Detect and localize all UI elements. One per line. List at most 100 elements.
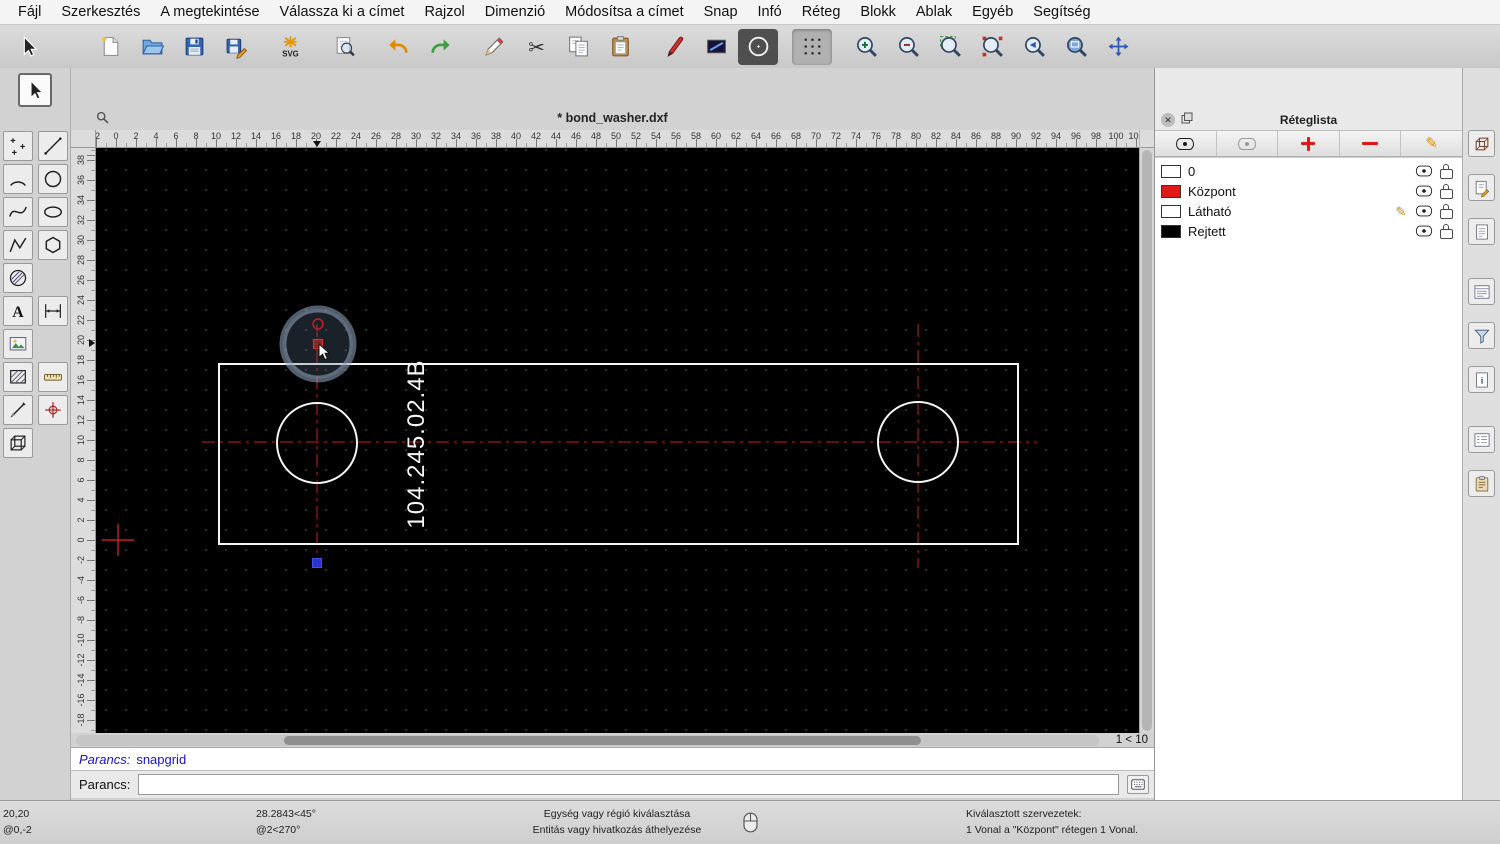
- washer-outline-rect[interactable]: [218, 363, 1019, 545]
- menu-segítség[interactable]: Segítség: [1023, 0, 1100, 24]
- zoom-selected-button[interactable]: [972, 29, 1012, 65]
- library-browser-panel-button[interactable]: [1468, 174, 1495, 201]
- part-number-label[interactable]: 104.245.02.4B: [403, 359, 430, 528]
- ruler-label: 36: [76, 175, 86, 186]
- add-layer-button[interactable]: [1278, 131, 1340, 156]
- workspace: A * bond_washer.dxf -2024681012141618202…: [0, 68, 1500, 800]
- text-tool-button[interactable]: A: [2, 296, 33, 326]
- main-toolbar: SVG ✂: [0, 25, 1500, 69]
- layer-row-központ[interactable]: Központ: [1155, 181, 1462, 201]
- selection-tool-button[interactable]: [18, 73, 52, 107]
- vertical-scrollbar-thumb[interactable]: [1142, 150, 1152, 731]
- pen-button[interactable]: [654, 29, 694, 65]
- modify-tool-button[interactable]: [2, 395, 33, 425]
- layer-lock-icon[interactable]: [1440, 223, 1453, 239]
- point-tools-tool-button[interactable]: [2, 131, 33, 161]
- layer-lock-icon[interactable]: [1440, 163, 1453, 179]
- cut-button[interactable]: ✂: [516, 29, 556, 65]
- menu-dimenzió[interactable]: Dimenzió: [475, 0, 555, 24]
- layer-name: 0: [1188, 163, 1196, 179]
- menu-rajzol[interactable]: Rajzol: [414, 0, 474, 24]
- block-list-panel-button[interactable]: [1468, 130, 1495, 157]
- layer-lock-icon[interactable]: [1440, 183, 1453, 199]
- polygon-tool-button[interactable]: [37, 230, 68, 260]
- layer-row-látható[interactable]: Látható ✎: [1155, 201, 1462, 221]
- circle-tool-button[interactable]: [37, 164, 68, 194]
- save-as-button[interactable]: [216, 29, 256, 65]
- edit-pencil-button[interactable]: [474, 29, 514, 65]
- drawing-canvas[interactable]: 104.245.02.4B: [96, 148, 1139, 733]
- export-svg-button[interactable]: SVG: [270, 29, 310, 65]
- save-document-button[interactable]: [174, 29, 214, 65]
- menu-ablak[interactable]: Ablak: [906, 0, 962, 24]
- layer-visibility-eye-icon[interactable]: [1415, 205, 1433, 217]
- menu-fájl[interactable]: Fájl: [8, 0, 51, 24]
- image-tool-button[interactable]: [2, 329, 33, 359]
- toggle-unused-layers-visibility-button[interactable]: [1217, 131, 1279, 156]
- copy-button[interactable]: [558, 29, 598, 65]
- selection-handle[interactable]: [312, 558, 322, 568]
- horizontal-scrollbar[interactable]: [76, 734, 1099, 746]
- zoom-window-button[interactable]: [1056, 29, 1096, 65]
- remove-layer-button[interactable]: [1340, 131, 1402, 156]
- paste-button[interactable]: [600, 29, 640, 65]
- menu-módosítsa-a-címet[interactable]: Módosítsa a címet: [555, 0, 693, 24]
- command-widget-panel-button[interactable]: [1468, 218, 1495, 245]
- layer-lock-icon[interactable]: [1440, 203, 1453, 219]
- polyline-tool-button[interactable]: [2, 230, 33, 260]
- ruler-label: 2: [76, 517, 86, 523]
- print-preview-button[interactable]: [324, 29, 364, 65]
- layer-row-rejtett[interactable]: Rejtett: [1155, 221, 1462, 241]
- dimension-tool-button[interactable]: [37, 296, 68, 326]
- snap-cross-tool-button[interactable]: [37, 395, 68, 425]
- new-document-button[interactable]: [90, 29, 130, 65]
- circle-tool-button[interactable]: [738, 28, 778, 65]
- hatch-region-tool-button[interactable]: [2, 263, 33, 293]
- layer-row-0[interactable]: 0: [1155, 161, 1462, 181]
- layer-visibility-eye-icon[interactable]: [1415, 185, 1433, 197]
- spline-tool-button[interactable]: [2, 197, 33, 227]
- zoom-in-button[interactable]: [846, 29, 886, 65]
- quick-info-panel-button[interactable]: i: [1468, 366, 1495, 393]
- toggle-all-layers-visibility-button[interactable]: [1155, 131, 1217, 156]
- clipboard-panel-button[interactable]: [1468, 470, 1495, 497]
- zoom-previous-button[interactable]: [1014, 29, 1054, 65]
- menu-infó[interactable]: Infó: [748, 0, 792, 24]
- ruler-label: 84: [950, 131, 961, 141]
- menu-blokk[interactable]: Blokk: [850, 0, 905, 24]
- layer-visibility-eye-icon[interactable]: [1415, 225, 1433, 237]
- mouse-icon: [743, 812, 758, 833]
- zoom-auto-button[interactable]: [930, 29, 970, 65]
- attributes-button[interactable]: [696, 29, 736, 65]
- ellipse-tool-button[interactable]: [37, 197, 68, 227]
- zoom-out-button[interactable]: [888, 29, 928, 65]
- command-input[interactable]: [138, 774, 1119, 795]
- vertical-scrollbar[interactable]: [1139, 148, 1154, 733]
- snap-grid-button[interactable]: [792, 28, 832, 65]
- horizontal-scrollbar-thumb[interactable]: [284, 735, 921, 745]
- open-document-button[interactable]: [132, 29, 172, 65]
- hatch-tool-button[interactable]: [2, 362, 33, 392]
- menu-snap[interactable]: Snap: [694, 0, 748, 24]
- line-tool-button[interactable]: [37, 131, 68, 161]
- arc-tool-button[interactable]: [2, 164, 33, 194]
- layer-visibility-eye-icon[interactable]: [1415, 165, 1433, 177]
- redo-button[interactable]: [420, 29, 460, 65]
- menu-szerkesztés[interactable]: Szerkesztés: [51, 0, 150, 24]
- menu-válassza-ki-a-címet[interactable]: Válassza ki a címet: [270, 0, 415, 24]
- undo-button[interactable]: [378, 29, 418, 65]
- box-3d-tool-button[interactable]: [2, 428, 33, 458]
- zoom-pan-button[interactable]: [1098, 29, 1138, 65]
- edit-layer-button[interactable]: ✎: [1401, 131, 1462, 156]
- measure-tool-button[interactable]: [37, 362, 68, 392]
- property-editor-panel-button[interactable]: [1468, 426, 1495, 453]
- menu-egyéb[interactable]: Egyéb: [962, 0, 1023, 24]
- menu-a-megtekintése[interactable]: A megtekintése: [150, 0, 269, 24]
- selection-cursor-button[interactable]: [8, 29, 48, 65]
- ruler-position-marker: [89, 339, 95, 347]
- menu-réteg[interactable]: Réteg: [792, 0, 851, 24]
- entity-filter-panel-button[interactable]: [1468, 322, 1495, 349]
- keyboard-toggle-button[interactable]: [1127, 775, 1149, 794]
- layer-list-panel-button[interactable]: [1468, 278, 1495, 305]
- document-title: * bond_washer.dxf: [557, 110, 668, 125]
